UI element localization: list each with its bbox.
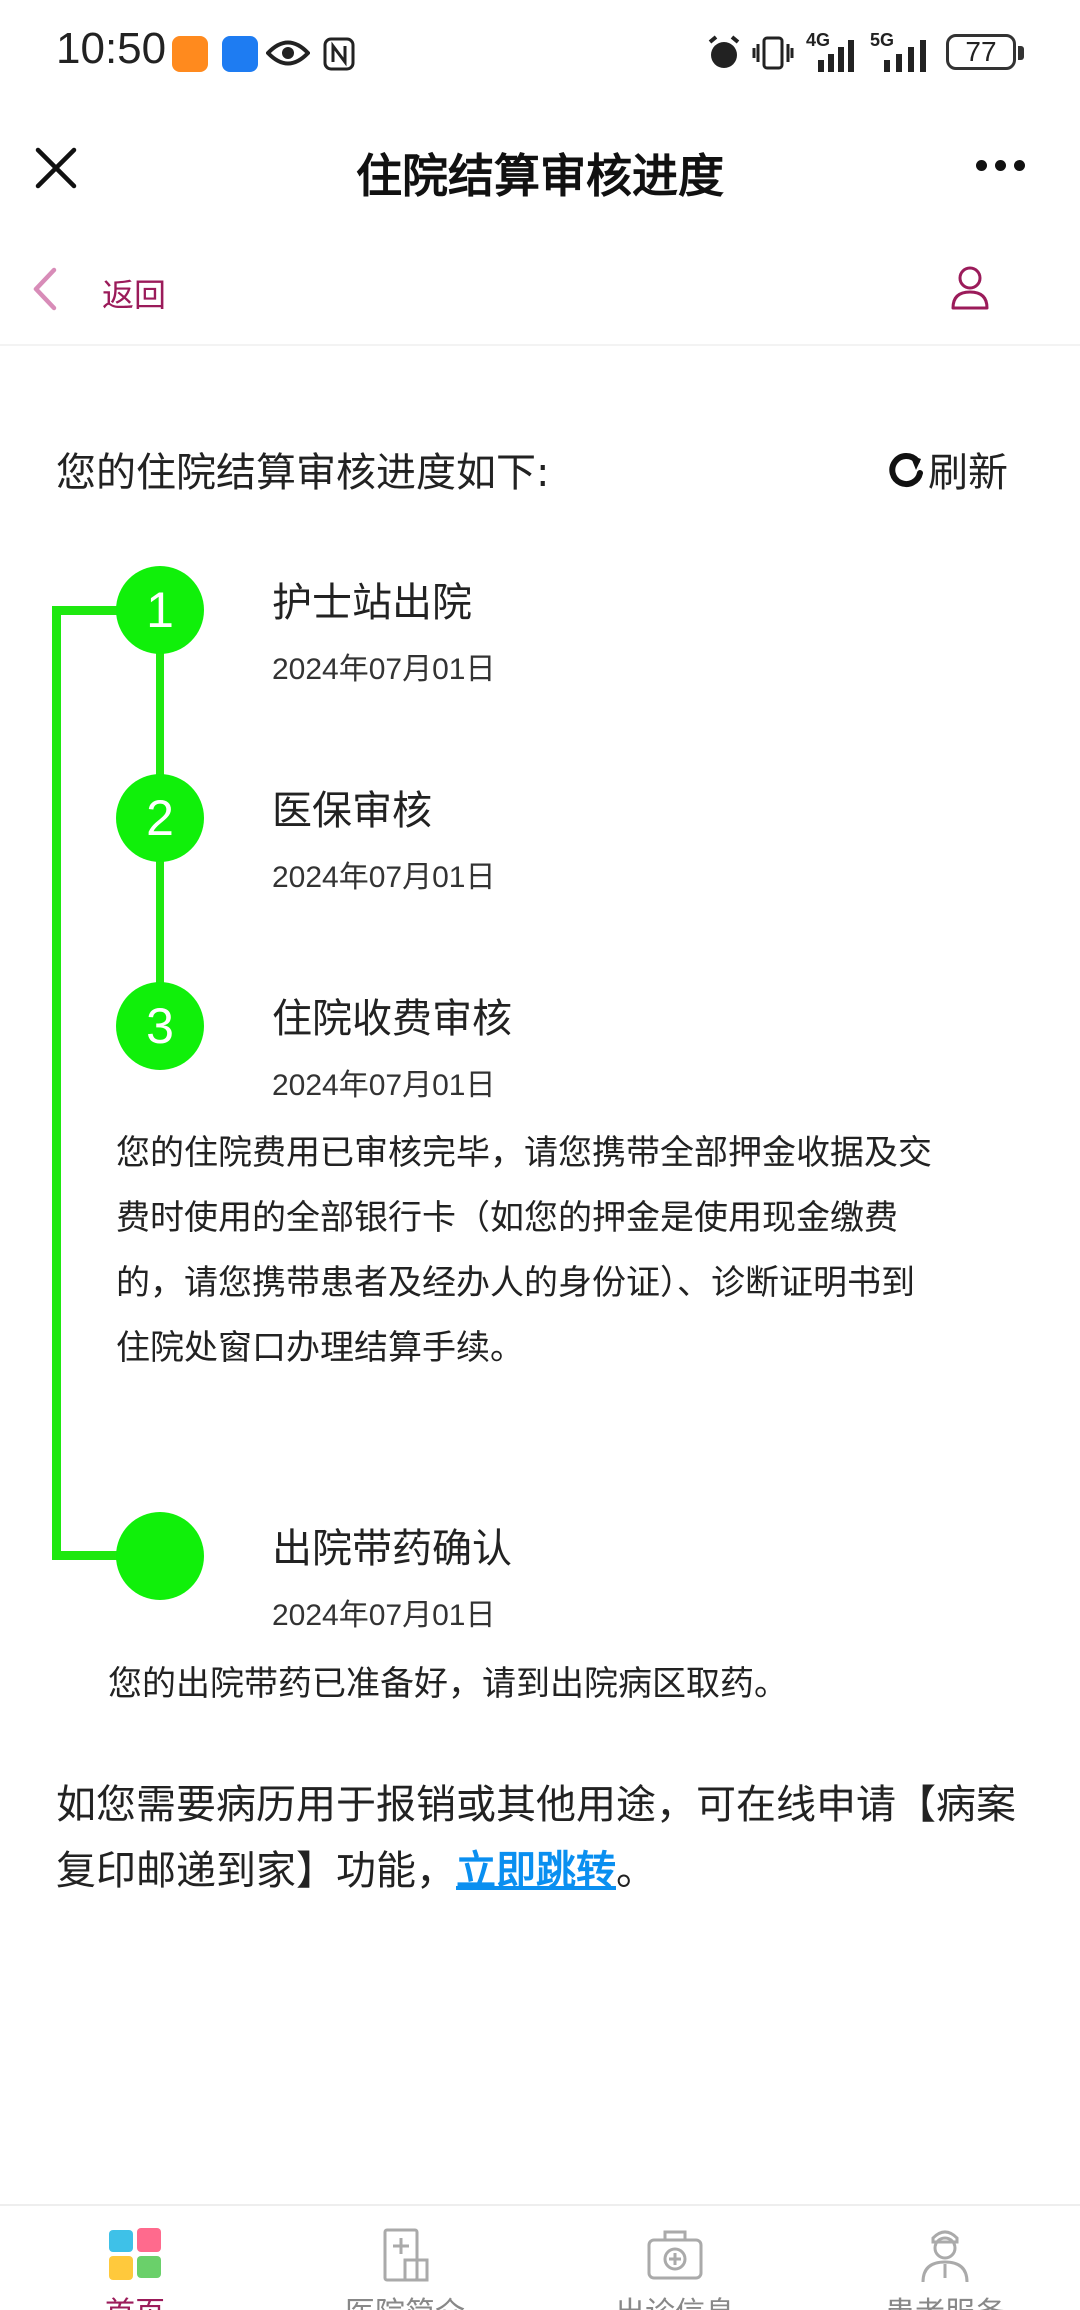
page-title: 住院结算审核进度 xyxy=(356,149,724,203)
step-number-badge: 1 xyxy=(116,566,204,654)
dot-icon xyxy=(995,160,1006,171)
eye-icon xyxy=(266,40,310,66)
step-number-badge xyxy=(116,1512,204,1600)
step-description: 您的住院费用已审核完毕，请您携带全部押金收据及交费时使用的全部银行卡（如您的押金… xyxy=(116,1133,932,1368)
step-number-badge: 3 xyxy=(116,982,204,1070)
status-time: 10:50 xyxy=(56,24,167,73)
jump-link[interactable]: 立即跳转 xyxy=(456,1848,616,1894)
medical-record-notice: 如您需要病历用于报销或其他用途，可在线申请【病案复印邮递到家】功能，立即跳转。 xyxy=(56,1772,1016,1904)
bottom-tab-bar: 首页 医院简介 出诊信息 患者服务 xyxy=(0,2204,1080,2310)
more-options-button[interactable] xyxy=(976,156,1036,182)
tab-clinic-info[interactable]: 出诊信息 xyxy=(540,2224,810,2310)
tab-hospital-intro[interactable]: 医院简介 xyxy=(270,2224,540,2310)
home-icon xyxy=(109,2228,161,2280)
refresh-icon xyxy=(889,453,923,488)
notice-end: 。 xyxy=(616,1848,656,1894)
step-number-badge: 2 xyxy=(116,774,204,862)
app-notification-icon xyxy=(172,36,208,72)
refresh-button[interactable]: 刷新 xyxy=(886,440,1008,498)
title-bar: 住院结算审核进度 xyxy=(0,110,1080,230)
dot-icon xyxy=(1014,160,1025,171)
nfc-icon xyxy=(323,37,355,71)
sub-navigation: 返回 xyxy=(0,230,1080,346)
step-title: 护士站出院 xyxy=(272,580,472,626)
dot-icon xyxy=(976,160,987,171)
step-date: 2024年07月01日 xyxy=(272,653,496,686)
progress-intro: 您的住院结算审核进度如下: xyxy=(56,450,550,496)
timeline-connector xyxy=(52,606,61,1560)
tab-label: 出诊信息 xyxy=(540,2288,810,2310)
tab-label: 医院简介 xyxy=(270,2288,540,2310)
step-date: 2024年07月01日 xyxy=(272,861,496,894)
battery-indicator: 77 xyxy=(946,34,1024,70)
doctor-icon xyxy=(921,2230,969,2283)
step-date: 2024年07月01日 xyxy=(272,1069,496,1102)
step-date: 2024年07月01日 xyxy=(272,1599,496,1632)
tab-patient-service[interactable]: 患者服务 xyxy=(810,2224,1080,2310)
tab-home[interactable]: 首页 xyxy=(0,2224,270,2310)
user-icon[interactable] xyxy=(950,264,990,310)
step-title: 住院收费审核 xyxy=(272,996,512,1042)
voice-assistant-icon xyxy=(222,36,258,72)
alarm-icon xyxy=(708,35,740,68)
back-chevron-icon[interactable] xyxy=(28,266,60,312)
step-title: 医保审核 xyxy=(272,788,432,834)
back-button[interactable]: 返回 xyxy=(102,270,166,316)
tab-label: 首页 xyxy=(0,2288,270,2310)
status-bar: 10:50 4G 5G 77 xyxy=(0,0,1080,110)
hospital-icon xyxy=(383,2228,429,2282)
vibrate-icon xyxy=(752,36,794,70)
step-description: 您的出院带药已准备好，请到出院病区取药。 xyxy=(108,1664,788,1704)
refresh-label: 刷新 xyxy=(928,450,1008,496)
tab-label: 患者服务 xyxy=(810,2288,1080,2310)
signal-icon-2 xyxy=(884,40,926,72)
signal-icon xyxy=(818,40,854,72)
step-title: 出院带药确认 xyxy=(272,1526,512,1572)
medical-kit-icon xyxy=(647,2230,703,2280)
